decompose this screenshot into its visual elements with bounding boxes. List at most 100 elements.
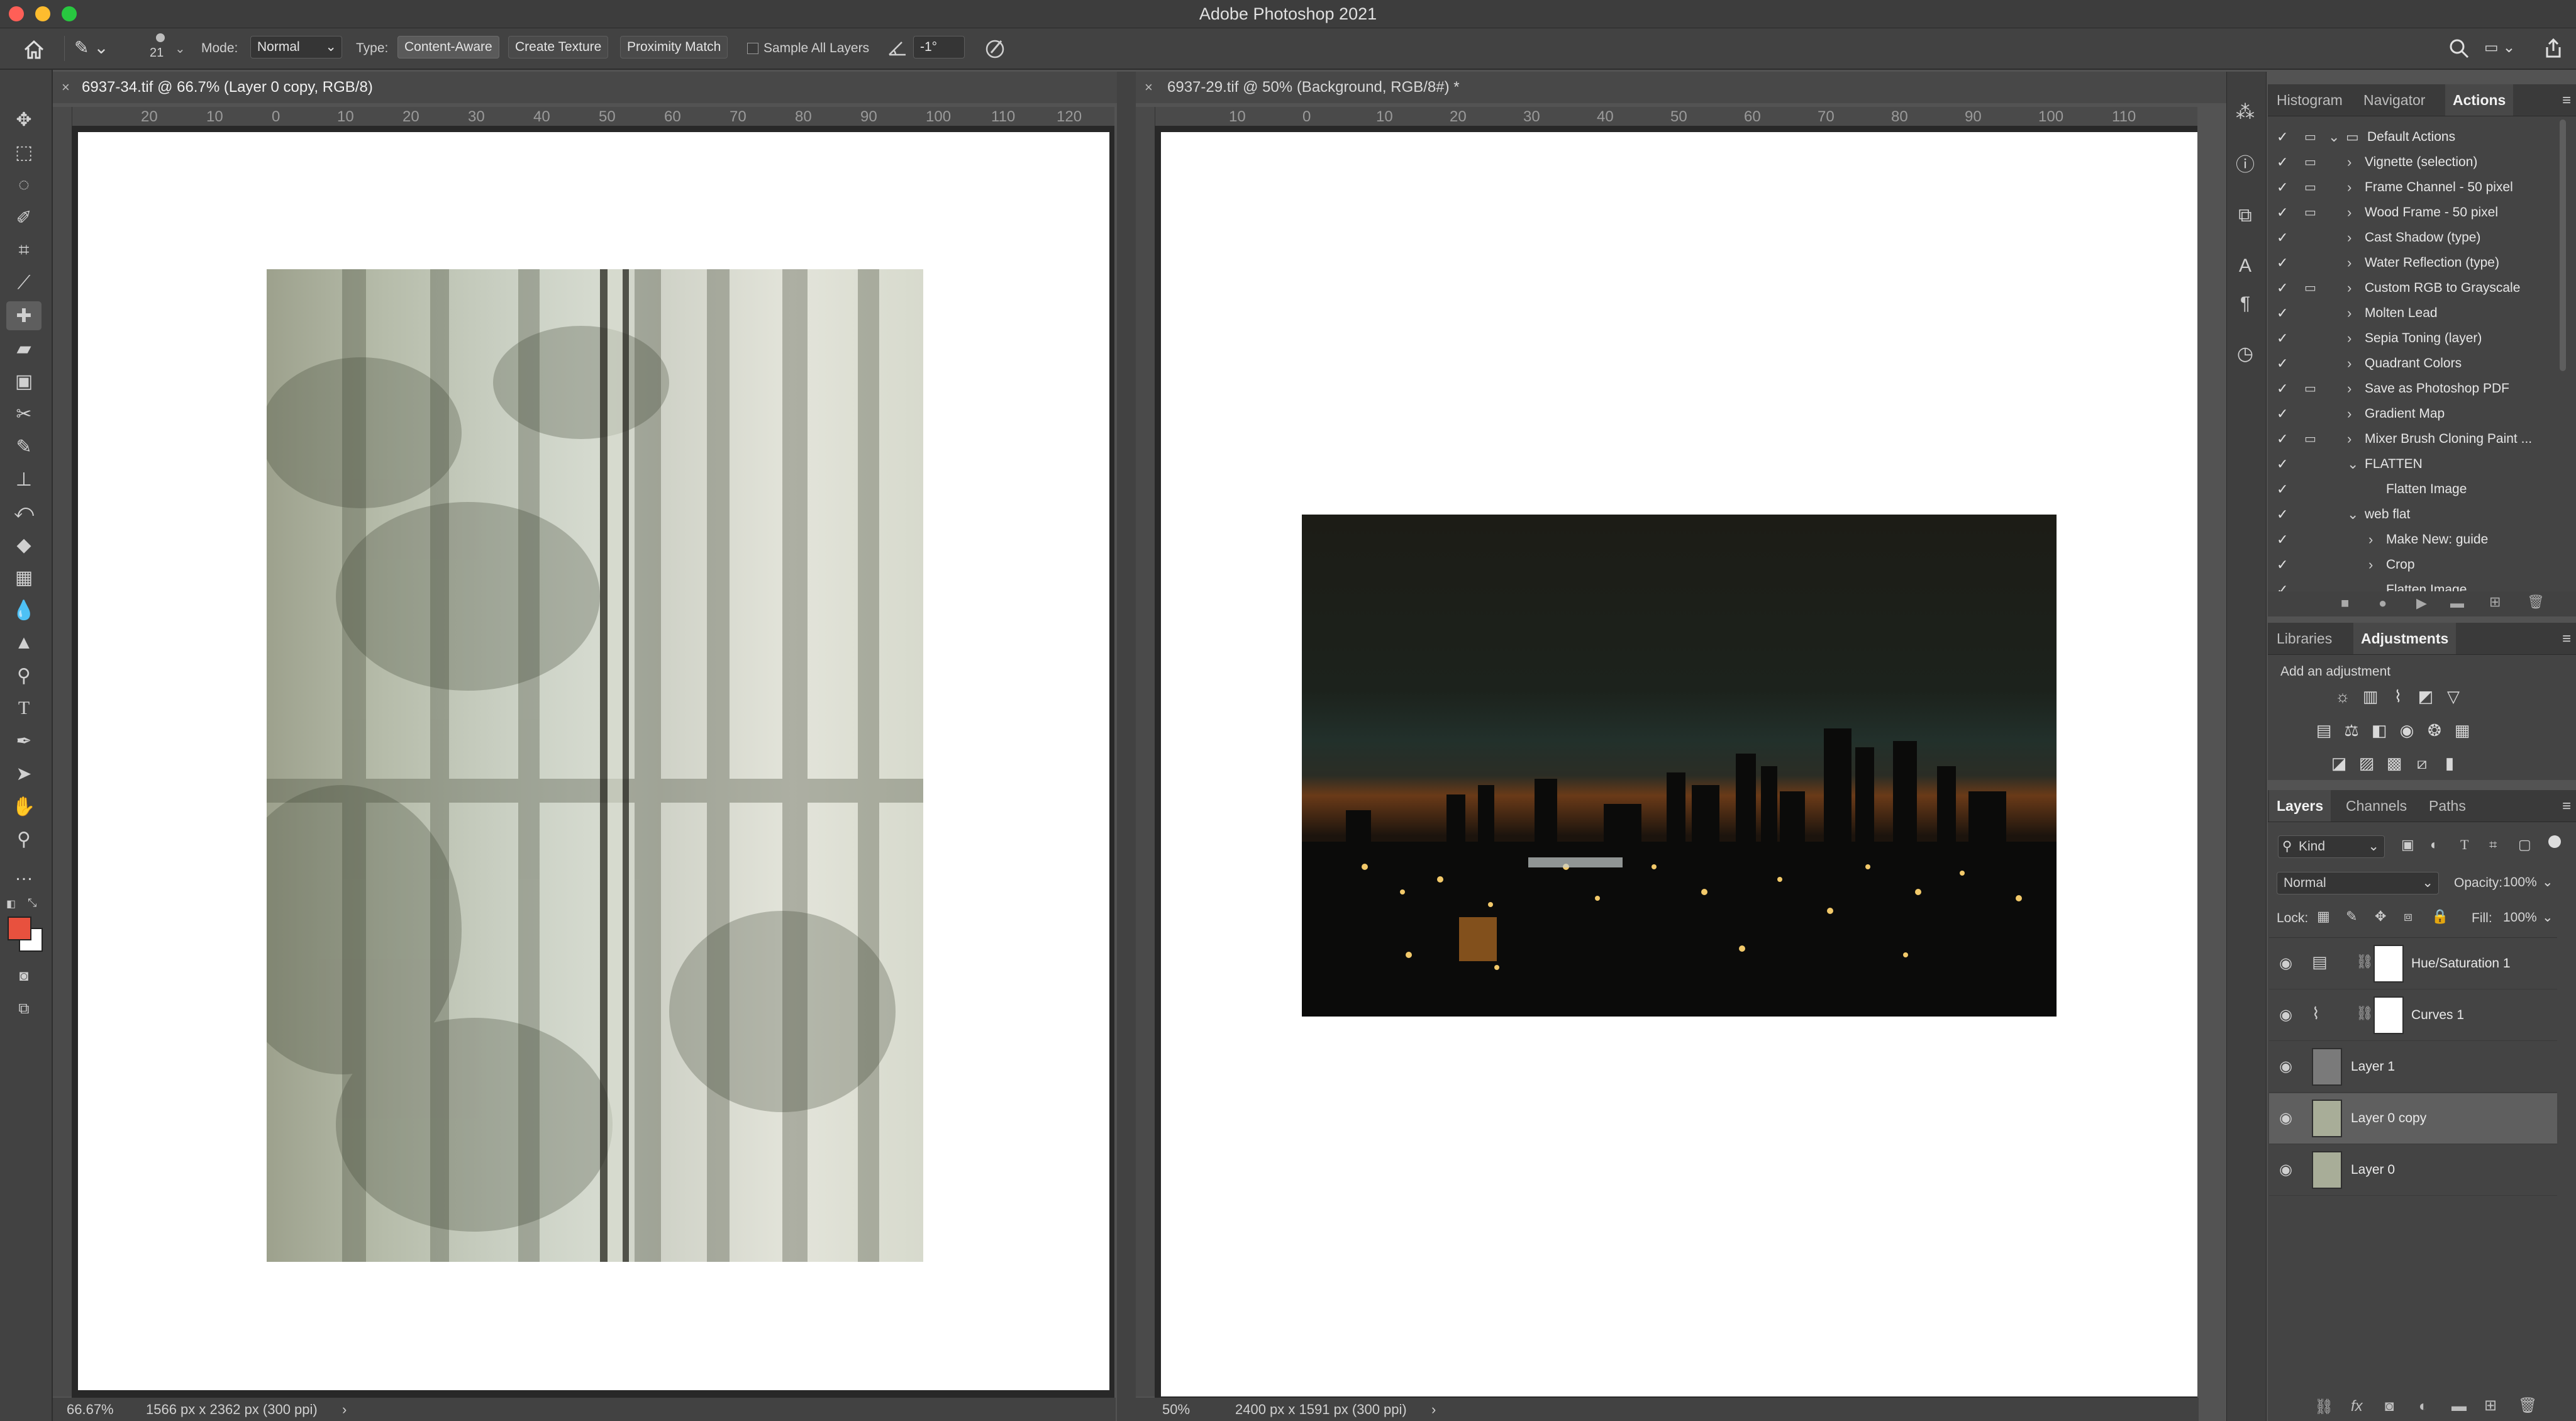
play-icon[interactable]: ▶ — [2416, 595, 2427, 611]
close-tab-icon[interactable]: × — [1145, 72, 1153, 103]
hue-saturation-adjustment-icon[interactable]: ▤ — [2313, 720, 2334, 741]
selective-color-icon[interactable]: ⧄ — [2411, 752, 2433, 774]
document-canvas-area-2[interactable] — [1155, 126, 2197, 1398]
chevron-right-icon[interactable]: › — [2368, 552, 2373, 577]
filter-toggle-icon[interactable] — [2548, 835, 2561, 848]
layer-mask-thumbnail[interactable] — [2373, 996, 2404, 1034]
new-set-icon[interactable]: ▬ — [2450, 595, 2464, 611]
edit-toolbar-icon[interactable]: … — [6, 860, 42, 889]
visibility-eye-icon[interactable]: ◉ — [2279, 1161, 2298, 1179]
proximity-match-button[interactable]: Proximity Match — [620, 36, 728, 59]
posterize-icon[interactable]: ▨ — [2356, 752, 2377, 774]
layer-filter-select[interactable]: ⚲ Kind ⌄ — [2278, 835, 2385, 858]
check-icon[interactable]: ✓ — [2277, 552, 2288, 577]
add-mask-icon[interactable]: ◙ — [2385, 1398, 2394, 1415]
tab-actions[interactable]: Actions — [2445, 84, 2514, 116]
zoom-level-1[interactable]: 66.67% — [67, 1398, 114, 1421]
dialog-toggle-icon[interactable]: ▭ — [2304, 125, 2316, 150]
brush-settings-icon[interactable]: ⁂ — [2229, 98, 2261, 127]
filter-shape-icon[interactable]: ⌗ — [2489, 837, 2497, 853]
healing-brush-tool-icon[interactable]: ▰ — [6, 334, 42, 363]
type-tool-icon[interactable]: T — [6, 694, 42, 723]
content-aware-move-tool-icon[interactable]: ✂ — [6, 399, 42, 428]
layer-row[interactable]: ◉ ⌇ ⛓ Curves 1 — [2269, 990, 2557, 1041]
quick-mask-icon[interactable]: ◙ — [6, 962, 42, 991]
action-row[interactable]: ✓ › Water Reflection (type) — [2268, 250, 2553, 276]
action-row[interactable]: ✓ ▭ › Vignette (selection) — [2268, 150, 2553, 175]
tab-histogram[interactable]: Histogram — [2269, 84, 2350, 116]
actions-scrollbar[interactable] — [2560, 120, 2566, 371]
new-group-icon[interactable]: ▬ — [2451, 1398, 2467, 1415]
check-icon[interactable]: ✓ — [2277, 477, 2288, 502]
stop-icon[interactable]: ■ — [2341, 595, 2349, 611]
new-layer-icon[interactable]: ⊞ — [2484, 1396, 2497, 1415]
share-icon[interactable] — [2541, 36, 2566, 61]
filter-pixel-icon[interactable]: ▣ — [2401, 837, 2414, 853]
visibility-eye-icon[interactable]: ◉ — [2279, 1057, 2298, 1076]
document-divider[interactable] — [1117, 72, 1136, 1421]
content-aware-button[interactable]: Content-Aware — [397, 36, 499, 59]
threshold-icon[interactable]: ▩ — [2384, 752, 2405, 774]
action-row[interactable]: ✓ › Make New: guide — [2268, 527, 2553, 552]
filter-type-icon[interactable]: T — [2460, 837, 2468, 853]
status-chevron-icon[interactable]: › — [1431, 1398, 1436, 1421]
layer-mask-thumbnail[interactable] — [2373, 945, 2404, 983]
action-row[interactable]: ✓ ▭ ⌄ ▭ Default Actions — [2268, 125, 2553, 150]
action-row[interactable]: ✓ › Gradient Map — [2268, 401, 2553, 426]
link-layers-icon[interactable]: ⛓ — [2314, 1398, 2333, 1416]
dialog-toggle-icon[interactable]: ▭ — [2304, 200, 2316, 225]
curves-adjustment-icon[interactable]: ⌇ — [2387, 686, 2409, 707]
chevron-right-icon[interactable]: › — [2347, 426, 2351, 452]
invert-icon[interactable]: ◪ — [2328, 752, 2350, 774]
action-row[interactable]: ✓ ⌄ FLATTEN — [2268, 452, 2553, 477]
color-lookup-icon[interactable]: ▦ — [2451, 720, 2473, 741]
document-canvas-1[interactable] — [78, 132, 1109, 1390]
exposure-icon[interactable]: ◩ — [2415, 686, 2436, 707]
default-colors-icon[interactable]: ◧ — [6, 898, 18, 910]
close-tab-icon[interactable]: × — [62, 72, 70, 103]
lock-position-icon[interactable]: ✥ — [2375, 908, 2386, 925]
chevron-right-icon[interactable]: › — [2347, 150, 2351, 175]
chevron-down-icon[interactable]: ⌄ — [2347, 452, 2358, 477]
swap-colors-icon[interactable]: ⤡ — [28, 896, 42, 910]
color-balance-icon[interactable]: ⚖ — [2341, 720, 2362, 741]
delete-action-icon[interactable]: 🗑 — [2527, 594, 2545, 610]
check-icon[interactable]: ✓ — [2277, 301, 2288, 326]
black-white-icon[interactable]: ◧ — [2368, 720, 2390, 741]
action-row[interactable]: ✓ ▭ › Frame Channel - 50 pixel — [2268, 175, 2553, 200]
layer-row[interactable]: ◉ Layer 1 — [2269, 1042, 2557, 1093]
chevron-right-icon[interactable]: › — [2347, 225, 2351, 250]
dialog-toggle-icon[interactable]: ▭ — [2304, 150, 2316, 175]
gradient-map-icon[interactable]: ▮ — [2439, 752, 2460, 774]
brush-tool-icon[interactable]: ✎ — [6, 432, 42, 461]
check-icon[interactable]: ✓ — [2277, 276, 2288, 301]
patch-tool-icon[interactable]: ▣ — [6, 367, 42, 396]
layer-thumbnail[interactable] — [2312, 1048, 2342, 1086]
chevron-right-icon[interactable]: › — [2347, 200, 2351, 225]
spot-healing-brush-icon[interactable]: ✎ ⌄ — [74, 37, 112, 60]
mask-link-icon[interactable]: ⛓ — [2356, 954, 2373, 970]
new-adjustment-layer-icon[interactable]: ◐ — [2419, 1398, 2428, 1415]
sample-all-layers-checkbox[interactable] — [747, 43, 758, 54]
search-icon[interactable] — [2448, 37, 2470, 60]
chevron-right-icon[interactable]: › — [2347, 351, 2351, 376]
layer-row[interactable]: ◉ ▤ ⛓ Hue/Saturation 1 — [2269, 939, 2557, 989]
photo-filter-icon[interactable]: ◉ — [2396, 720, 2418, 741]
panel-menu-icon[interactable]: ≡ — [2562, 92, 2571, 109]
pen-tool-icon[interactable]: ⚲ — [6, 661, 42, 690]
mask-link-icon[interactable]: ⛓ — [2356, 1005, 2373, 1022]
document-canvas-area-1[interactable] — [72, 126, 1114, 1398]
chevron-right-icon[interactable]: › — [2347, 250, 2351, 276]
chevron-right-icon[interactable]: › — [2347, 376, 2351, 401]
blur-tool-icon[interactable]: 💧 — [6, 596, 42, 625]
check-icon[interactable]: ✓ — [2277, 452, 2288, 477]
hand-tool-icon[interactable]: ✋ — [6, 792, 42, 821]
lock-artboard-icon[interactable]: ⧈ — [2404, 908, 2412, 925]
new-action-icon[interactable]: ⊞ — [2489, 594, 2501, 610]
visibility-eye-icon[interactable]: ◉ — [2279, 954, 2298, 973]
chevron-right-icon[interactable]: › — [2347, 326, 2351, 351]
blend-mode-select[interactable]: Normal ⌄ — [2277, 872, 2439, 894]
history-icon[interactable]: ◷ — [2229, 340, 2261, 369]
lasso-tool-icon[interactable]: ◌ — [6, 170, 42, 199]
path-selection-tool-icon[interactable]: ➤ — [6, 759, 42, 788]
